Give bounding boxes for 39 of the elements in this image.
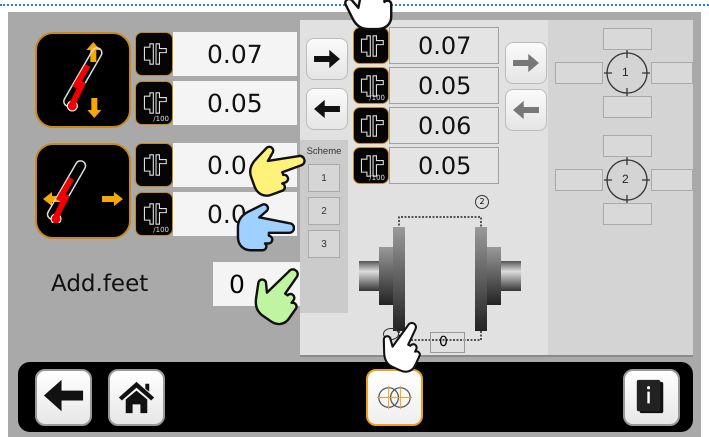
reading-field[interactable]: 0.05 bbox=[389, 67, 499, 104]
feeler-button[interactable] bbox=[353, 107, 389, 144]
value-field[interactable]: 0.07 bbox=[173, 32, 297, 76]
value-field[interactable]: 0.05 bbox=[173, 81, 297, 125]
feeler-button[interactable] bbox=[353, 27, 389, 64]
scheme-label: Scheme bbox=[306, 146, 342, 157]
add-feet-label: Add.feet bbox=[51, 271, 150, 297]
target-value-field[interactable] bbox=[603, 96, 652, 118]
crosshair-icon bbox=[604, 157, 650, 203]
scheme-button[interactable]: 2 bbox=[308, 197, 340, 225]
crosshair-icon bbox=[604, 50, 650, 96]
target-value-field[interactable] bbox=[555, 169, 603, 191]
feeler-button[interactable] bbox=[135, 32, 173, 76]
target-number: 2 bbox=[622, 172, 629, 186]
diagram-value-field[interactable]: 0 bbox=[430, 332, 465, 353]
info-button[interactable] bbox=[623, 369, 680, 426]
feeler-button[interactable] bbox=[135, 143, 173, 187]
arrow-button[interactable] bbox=[306, 88, 348, 130]
target-value-field[interactable] bbox=[603, 203, 652, 225]
thermal-button[interactable] bbox=[35, 143, 131, 239]
back-button[interactable] bbox=[35, 369, 92, 426]
target-value-field[interactable] bbox=[651, 62, 693, 84]
alignment-button[interactable] bbox=[366, 369, 423, 426]
target-value-field[interactable] bbox=[603, 28, 652, 50]
thermometer-icon bbox=[62, 42, 104, 118]
arrow-button[interactable] bbox=[306, 38, 348, 80]
thermometer-icon bbox=[43, 158, 123, 224]
target-value-field[interactable] bbox=[651, 169, 693, 191]
reading-field[interactable]: 0.06 bbox=[389, 107, 499, 144]
thermal-button[interactable] bbox=[35, 32, 131, 128]
target-value-field[interactable] bbox=[603, 135, 652, 157]
reading-field[interactable]: 0.05 bbox=[389, 147, 499, 184]
target-value-field[interactable] bbox=[555, 62, 603, 84]
point-label: 2 bbox=[475, 195, 489, 209]
home-button[interactable] bbox=[108, 369, 165, 426]
reading-field[interactable]: 0.07 bbox=[389, 27, 499, 64]
target-number: 1 bbox=[622, 65, 629, 79]
scheme-button[interactable]: 3 bbox=[308, 230, 340, 258]
scheme-button[interactable]: 1 bbox=[308, 164, 340, 192]
